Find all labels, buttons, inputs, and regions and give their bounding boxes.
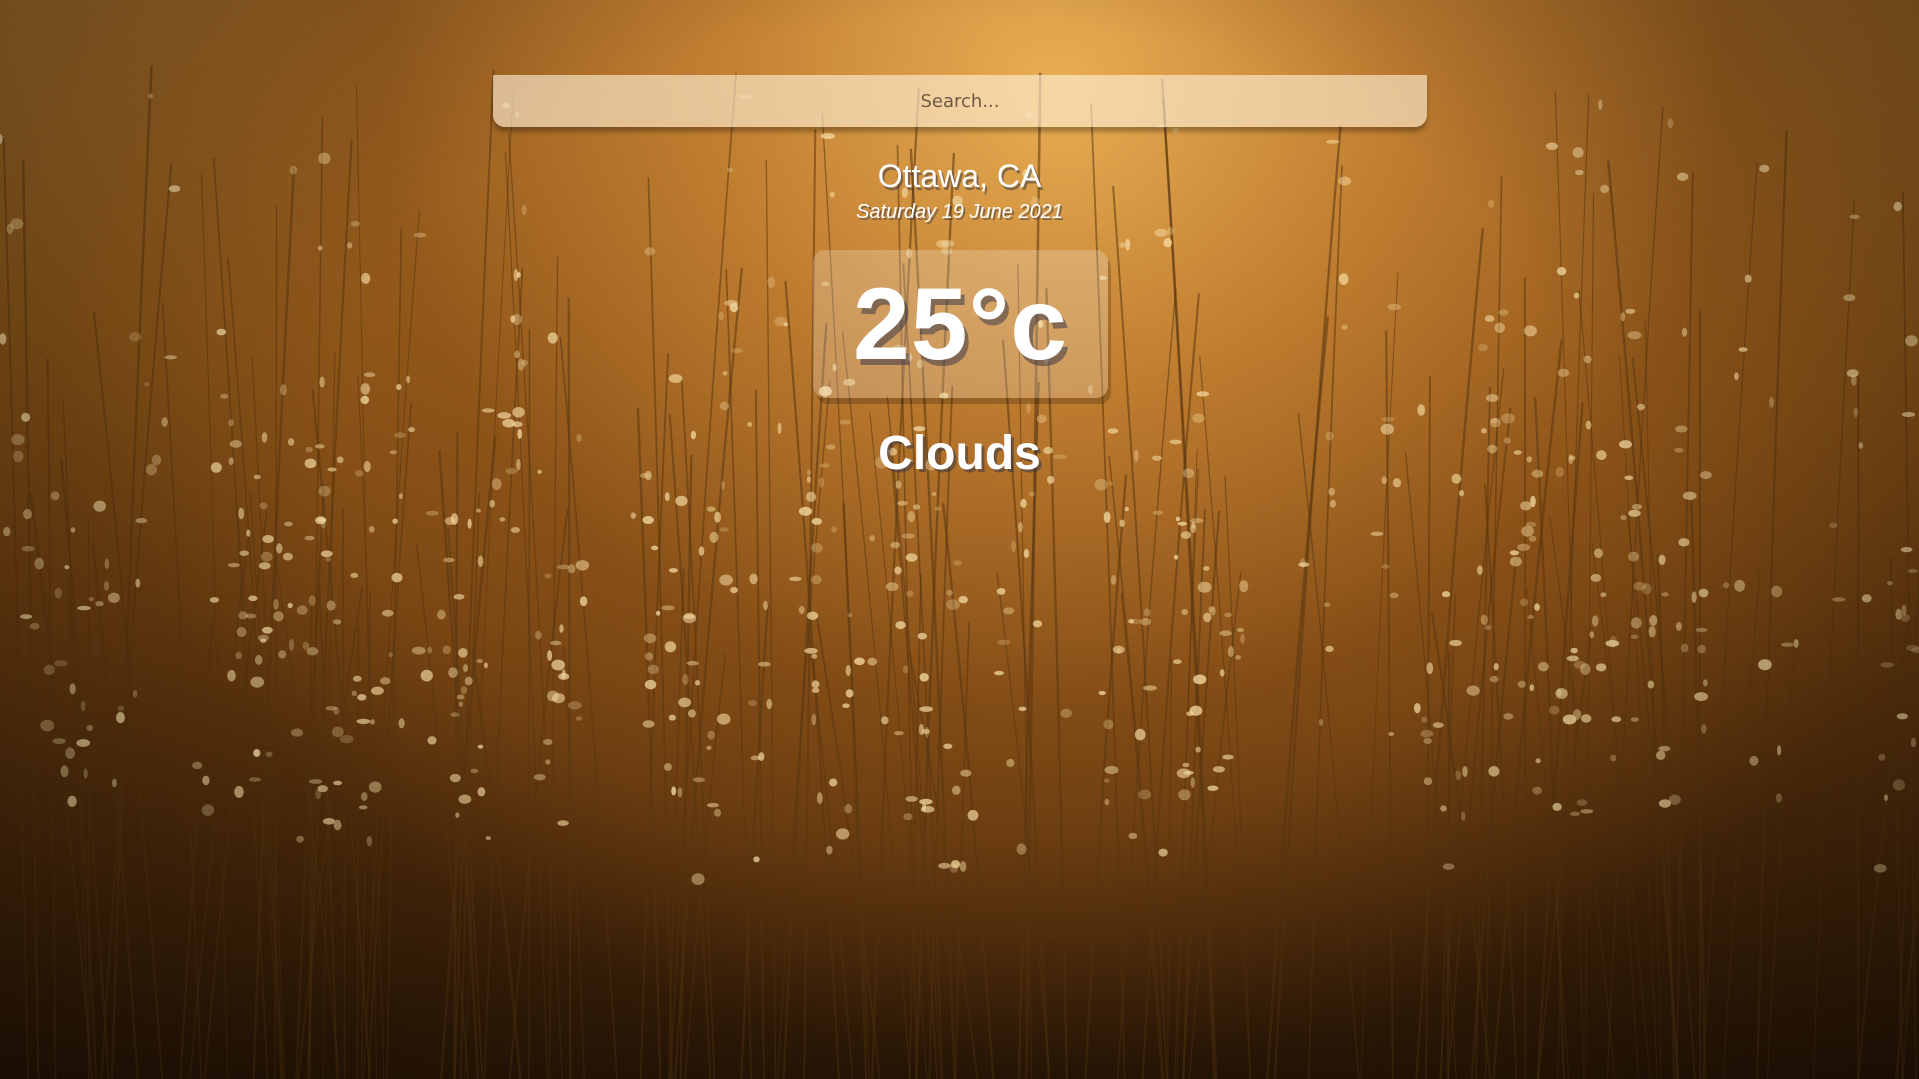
weather-condition: Clouds <box>878 427 1041 480</box>
current-date: Saturday 19 June 2021 <box>856 201 1063 223</box>
temperature-value: 25°c <box>853 266 1068 381</box>
search-bar <box>493 75 1427 127</box>
search-input[interactable] <box>493 75 1427 127</box>
temperature-box: 25°c <box>813 250 1108 398</box>
location-name: Ottawa, CA <box>877 158 1042 194</box>
location-box: Ottawa, CA Saturday 19 June 2021 <box>0 158 1919 224</box>
